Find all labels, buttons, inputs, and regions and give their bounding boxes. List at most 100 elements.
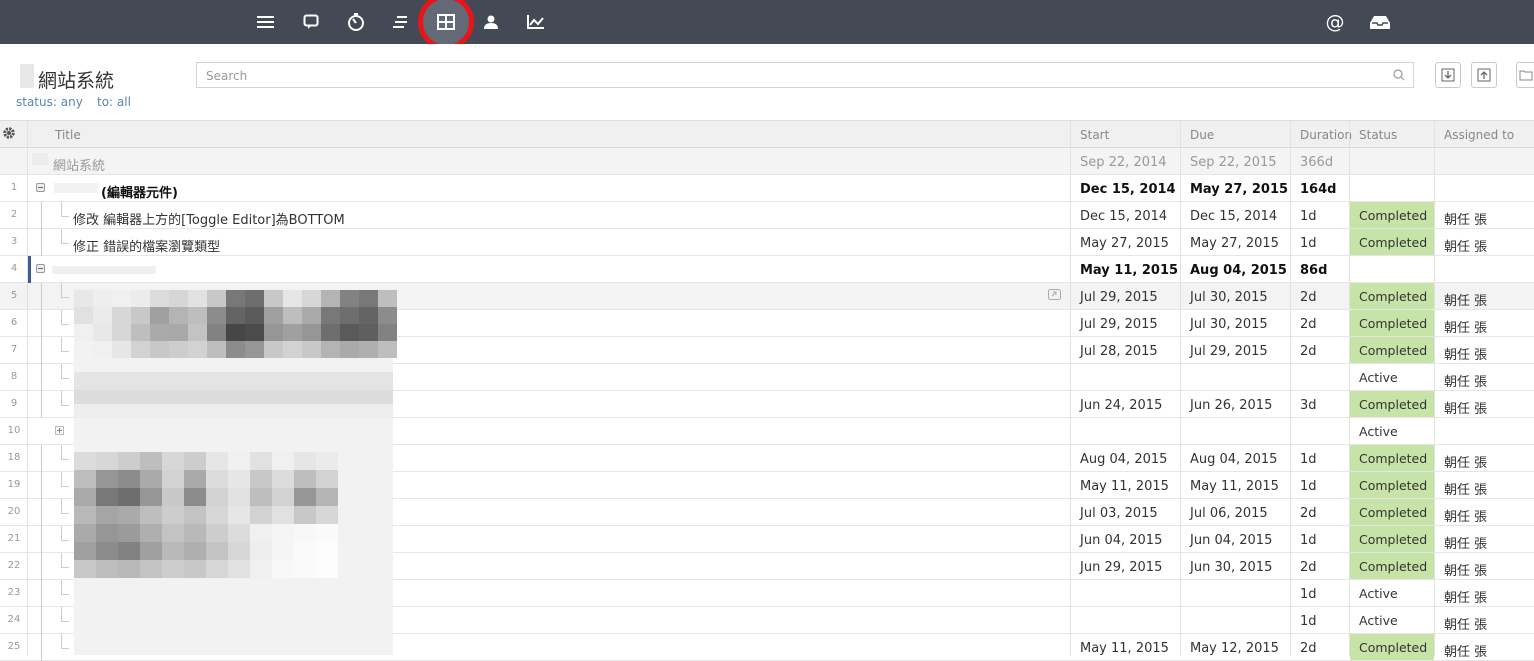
task-status[interactable]: Completed	[1359, 208, 1427, 223]
task-assignee[interactable]: 朝任 張	[1444, 371, 1487, 390]
upload-icon	[1477, 68, 1491, 82]
task-assignee[interactable]: 朝任 張	[1444, 587, 1487, 606]
task-due: May 27, 2015	[1190, 182, 1289, 197]
task-duration: 2d	[1300, 344, 1317, 359]
task-start: May 11, 2015	[1080, 263, 1179, 278]
task-status[interactable]: Completed	[1359, 343, 1427, 358]
task-start: Jun 04, 2015	[1080, 533, 1163, 548]
col-title[interactable]: Title	[55, 128, 81, 142]
project-summary-row[interactable]: 網站系統 Sep 22, 2014 Sep 22, 2015 366d	[0, 148, 1534, 175]
task-status[interactable]: Completed	[1359, 532, 1427, 547]
task-assignee[interactable]: 朝任 張	[1444, 209, 1487, 228]
col-assigned[interactable]: Assigned to	[1444, 128, 1514, 142]
task-status[interactable]: Completed	[1359, 640, 1427, 655]
row-number: 7	[10, 344, 18, 355]
task-assignee[interactable]: 朝任 張	[1444, 236, 1487, 255]
task-status[interactable]: Completed	[1359, 559, 1427, 574]
task-status[interactable]: Active	[1359, 613, 1398, 628]
task-assignee[interactable]: 朝任 張	[1444, 452, 1487, 471]
task-assignee[interactable]: 朝任 張	[1444, 506, 1487, 525]
assignee-filter[interactable]: to: all	[97, 95, 131, 109]
task-assignee[interactable]: 朝任 張	[1444, 614, 1487, 633]
summary-start: Sep 22, 2014	[1080, 155, 1167, 170]
download-icon	[1441, 68, 1455, 82]
task-status[interactable]: Active	[1359, 424, 1398, 439]
task-assignee[interactable]: 朝任 張	[1444, 560, 1487, 579]
task-due: Aug 04, 2015	[1190, 452, 1278, 467]
task-assignee[interactable]: 朝任 張	[1444, 317, 1487, 336]
task-title[interactable]: 修正 錯誤的檔案瀏覽類型	[73, 236, 220, 255]
project-title: 網站系統	[38, 70, 115, 92]
task-assignee[interactable]: 朝任 張	[1444, 479, 1487, 498]
task-status[interactable]: Completed	[1359, 451, 1427, 466]
settings-gear-icon[interactable]	[2, 126, 16, 143]
task-status[interactable]: Active	[1359, 586, 1398, 601]
task-status[interactable]: Completed	[1359, 289, 1427, 304]
task-duration: 1d	[1300, 614, 1317, 629]
col-start[interactable]: Start	[1080, 128, 1109, 142]
inbox-icon[interactable]	[1367, 9, 1393, 35]
selected-row-marker	[28, 256, 31, 283]
align-icon[interactable]	[388, 9, 414, 35]
search-input[interactable]: Search	[196, 62, 1414, 88]
task-row[interactable]: 3 修正 錯誤的檔案瀏覽類型 May 27, 2015 May 27, 2015 1d C…	[0, 229, 1534, 256]
row-number: 19	[7, 479, 21, 490]
task-due: Jun 30, 2015	[1190, 560, 1273, 575]
task-assignee[interactable]: 朝任 張	[1444, 641, 1487, 660]
expand-icon[interactable]	[55, 426, 64, 435]
task-assignee[interactable]: 朝任 張	[1444, 290, 1487, 309]
col-duration[interactable]: Duration	[1300, 128, 1352, 142]
open-detail-icon[interactable]	[1048, 289, 1062, 305]
task-start: Jul 29, 2015	[1080, 317, 1158, 332]
task-assignee[interactable]: 朝任 張	[1444, 398, 1487, 417]
task-start: May 11, 2015	[1080, 641, 1169, 656]
task-duration: 1d	[1300, 209, 1317, 224]
redacted-title-prefix	[54, 183, 98, 193]
task-start: Jul 29, 2015	[1080, 290, 1158, 305]
task-status[interactable]: Completed	[1359, 316, 1427, 331]
task-row[interactable]: 4 May 11, 2015 Aug 04, 2015 86d	[0, 256, 1534, 283]
task-row[interactable]: 1 (編輯器元件) Dec 15, 2014 May 27, 2015 164d	[0, 175, 1534, 202]
folder-button[interactable]	[1516, 62, 1534, 88]
task-status[interactable]: Completed	[1359, 235, 1427, 250]
task-due: Jul 06, 2015	[1190, 506, 1268, 521]
task-row[interactable]: 2 修改 編輯器上方的[Toggle Editor]為BOTTOM Dec 15, …	[0, 202, 1534, 229]
task-due: Dec 15, 2014	[1190, 209, 1278, 224]
status-filter[interactable]: status: any	[16, 95, 83, 109]
task-start: Jul 03, 2015	[1080, 506, 1158, 521]
user-icon[interactable]	[478, 9, 504, 35]
task-title[interactable]: 修改 編輯器上方的[Toggle Editor]為BOTTOM	[73, 209, 345, 228]
col-status[interactable]: Status	[1359, 128, 1397, 142]
task-assignee[interactable]: 朝任 張	[1444, 533, 1487, 552]
row-number: 23	[7, 587, 21, 598]
table-icon[interactable]	[433, 9, 459, 35]
grid-header: Title Start Due Duration Status Assigned…	[0, 121, 1534, 148]
comment-icon[interactable]	[298, 9, 324, 35]
collapse-icon[interactable]	[36, 264, 45, 273]
collapse-icon[interactable]	[36, 183, 45, 192]
chart-icon[interactable]	[523, 9, 549, 35]
task-start: May 11, 2015	[1080, 479, 1169, 494]
task-due: Jul 29, 2015	[1190, 344, 1268, 359]
row-number: 6	[10, 317, 18, 328]
folder-icon	[1519, 70, 1532, 81]
col-due[interactable]: Due	[1190, 128, 1214, 142]
task-status[interactable]: Completed	[1359, 505, 1427, 520]
menu-icon[interactable]	[253, 9, 279, 35]
task-status[interactable]: Completed	[1359, 397, 1427, 412]
task-status[interactable]: Active	[1359, 370, 1398, 385]
row-number: 21	[7, 533, 21, 544]
task-title[interactable]: (編輯器元件)	[101, 182, 178, 201]
row-number: 20	[7, 506, 21, 517]
download-button[interactable]	[1435, 62, 1461, 88]
upload-button[interactable]	[1471, 62, 1497, 88]
summary-duration: 366d	[1300, 155, 1334, 170]
task-due: Jul 30, 2015	[1190, 290, 1268, 305]
task-status[interactable]: Completed	[1359, 478, 1427, 493]
timer-icon[interactable]	[343, 9, 369, 35]
at-icon[interactable]: @	[1322, 9, 1348, 35]
task-duration: 2d	[1300, 506, 1317, 521]
task-duration: 86d	[1300, 263, 1328, 278]
row-number: 10	[7, 425, 21, 436]
task-assignee[interactable]: 朝任 張	[1444, 344, 1487, 363]
